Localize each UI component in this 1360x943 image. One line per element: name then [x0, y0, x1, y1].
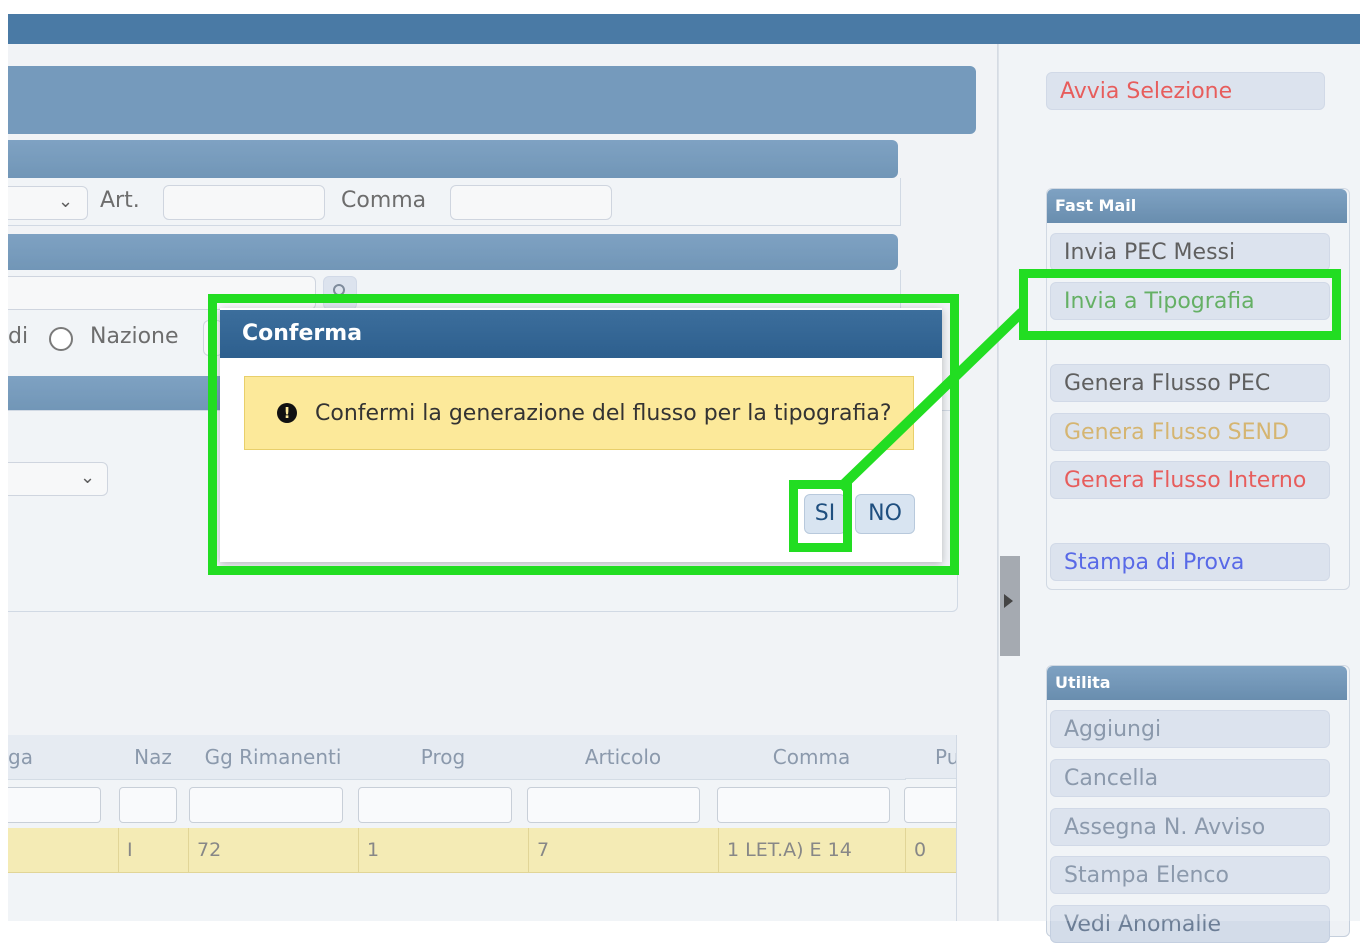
top-bar — [8, 14, 1360, 44]
highlight-box-tipografia — [1019, 269, 1341, 340]
highlight-box-si — [789, 480, 852, 552]
